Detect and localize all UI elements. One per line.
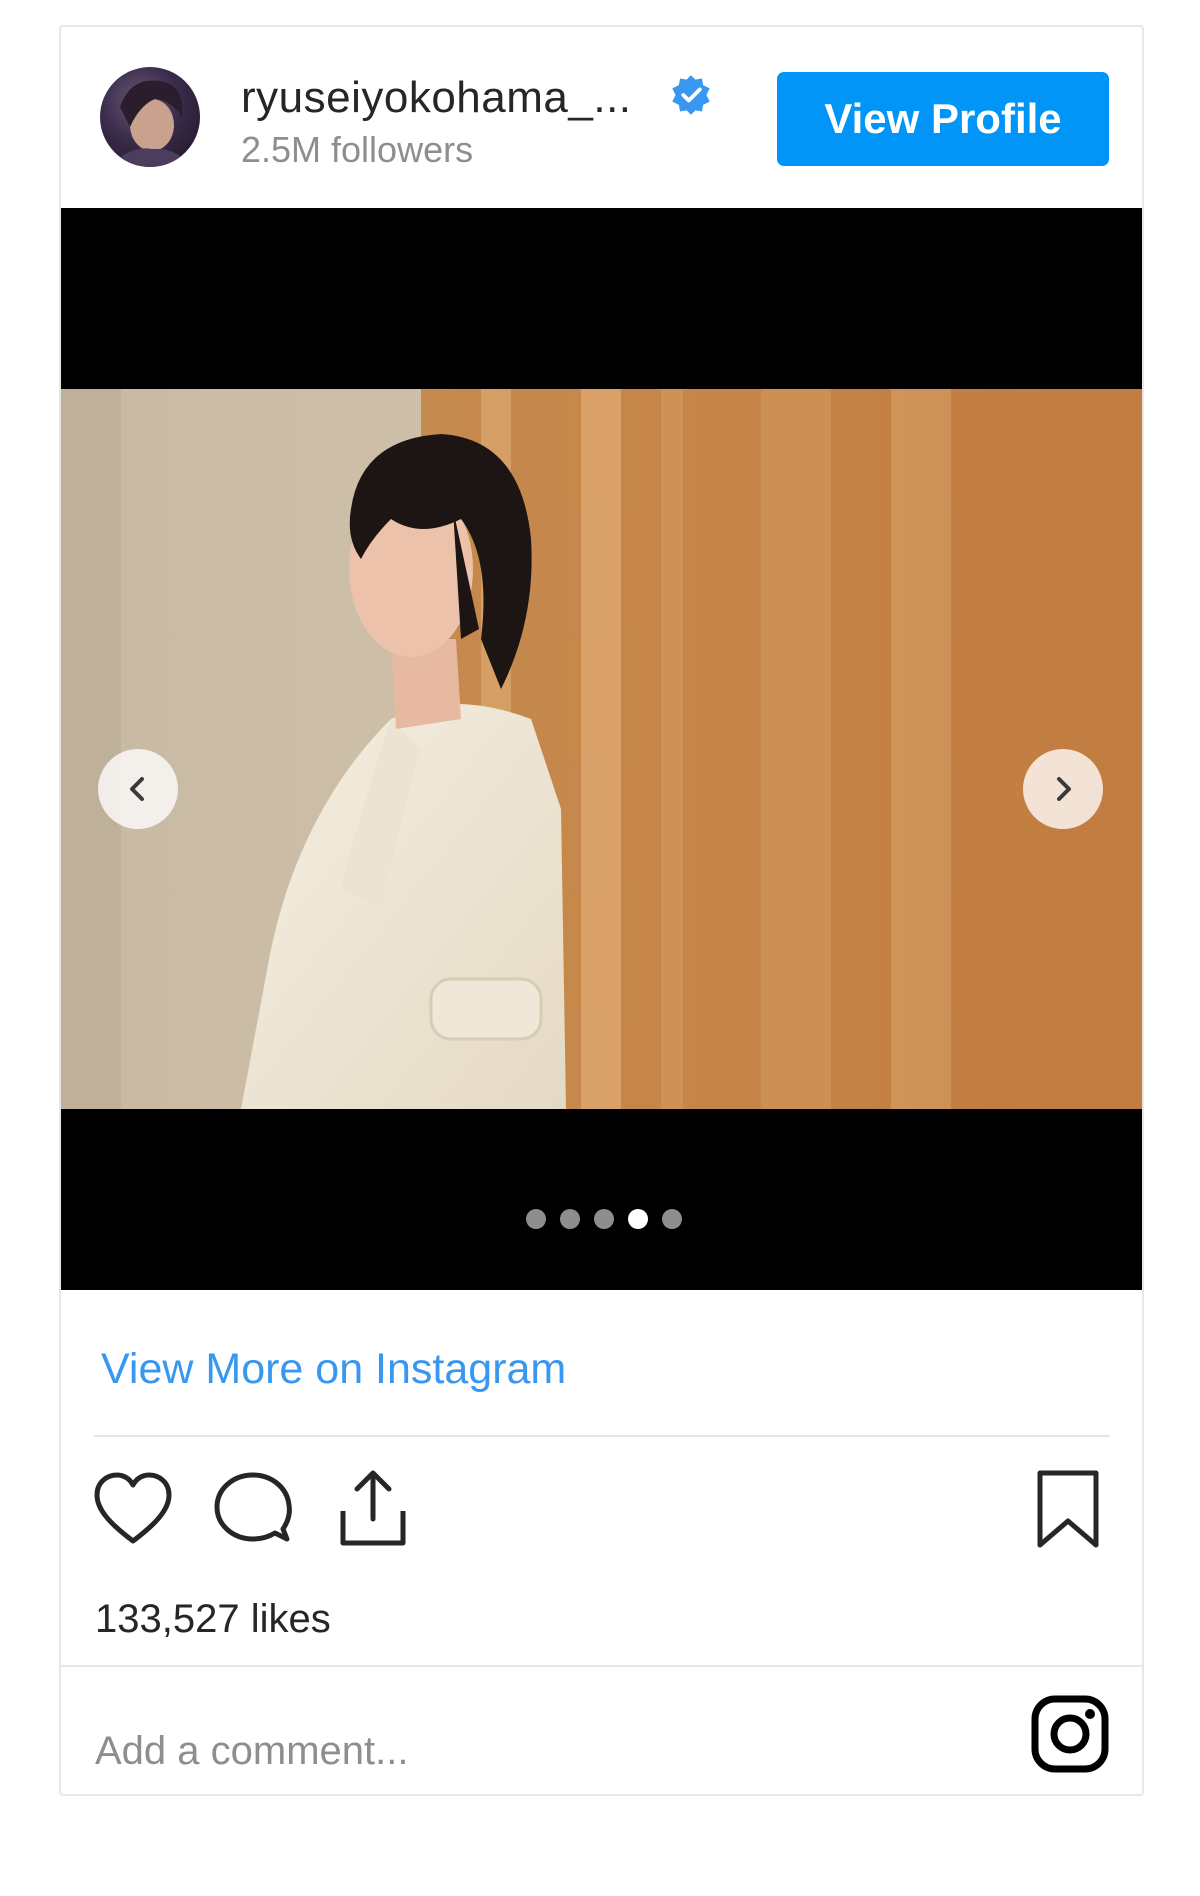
carousel-dot[interactable] <box>525 1209 546 1229</box>
view-more-on-instagram-link[interactable]: View More on Instagram <box>101 1345 566 1394</box>
add-comment-field[interactable]: Add a comment... <box>95 1729 408 1774</box>
username[interactable]: ryuseiyokohama_... <box>241 73 632 123</box>
previous-slide-button[interactable] <box>98 749 178 829</box>
comment-button[interactable] <box>211 1467 295 1551</box>
chevron-right-icon <box>1057 777 1071 801</box>
divider <box>61 1665 1142 1667</box>
carousel-indicator <box>61 1209 1142 1229</box>
share-upload-icon <box>340 1470 406 1546</box>
like-count: 133,527 likes <box>95 1597 331 1641</box>
carousel-dot-active[interactable] <box>627 1209 648 1229</box>
post-actions-bar <box>61 1467 1142 1567</box>
profile-avatar[interactable] <box>100 67 200 167</box>
instagram-embed-card: ryuseiyokohama_... 2.5M followers View P… <box>59 25 1144 1796</box>
instagram-logo-icon[interactable] <box>1031 1695 1109 1773</box>
bookmark-icon <box>1037 1470 1099 1548</box>
view-profile-button[interactable]: View Profile <box>777 72 1109 166</box>
carousel-dot[interactable] <box>661 1209 682 1229</box>
comment-bubble-icon <box>214 1472 292 1542</box>
chevron-left-icon <box>130 777 144 801</box>
carousel-dot[interactable] <box>593 1209 614 1229</box>
save-bookmark-button[interactable] <box>1026 1467 1110 1551</box>
share-button[interactable] <box>331 1467 415 1551</box>
like-button[interactable] <box>91 1467 175 1551</box>
post-photo <box>61 389 1142 1109</box>
heart-icon <box>94 1472 172 1544</box>
post-media-carousel[interactable] <box>61 208 1142 1290</box>
verified-badge-icon <box>669 73 713 117</box>
next-slide-button[interactable] <box>1023 749 1103 829</box>
carousel-dot[interactable] <box>559 1209 580 1229</box>
follower-count: 2.5M followers <box>241 129 474 170</box>
divider <box>94 1435 1110 1437</box>
post-header: ryuseiyokohama_... 2.5M followers View P… <box>61 27 1142 207</box>
